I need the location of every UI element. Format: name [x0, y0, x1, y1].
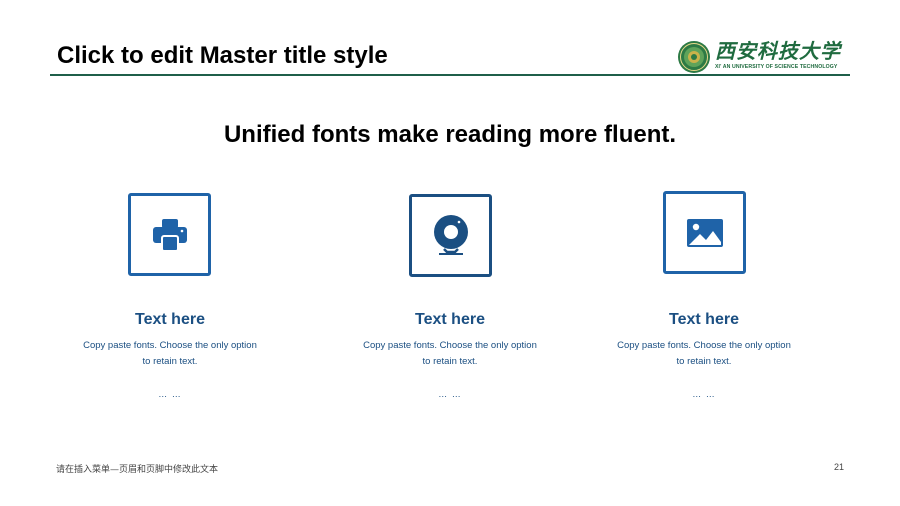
- slide-headline[interactable]: Unified fonts make reading more fluent.: [0, 121, 900, 149]
- footer-text[interactable]: 请在插入菜单—页眉和页脚中修改此文本: [56, 462, 218, 475]
- feature-description-line: Copy paste fonts. Choose the only option: [617, 340, 791, 351]
- webcam-icon: [433, 214, 468, 255]
- slide: Click to edit Master title style 西安科技大学 …: [0, 0, 900, 506]
- logo-chinese-name: 西安科技大学: [715, 39, 841, 63]
- feature-icon-frame[interactable]: [128, 193, 211, 276]
- university-seal-icon: [678, 41, 710, 73]
- feature-title[interactable]: Text here: [320, 311, 580, 329]
- master-title[interactable]: Click to edit Master title style: [57, 42, 388, 70]
- feature-description-line: to retain text.: [676, 356, 732, 367]
- logo-english-name: XI' AN UNIVERSITY OF SCIENCE TECHNOLOGY: [715, 64, 838, 70]
- feature-description-line: Copy paste fonts. Choose the only option: [363, 340, 537, 351]
- picture-icon: [686, 218, 723, 247]
- feature-description[interactable]: Copy paste fonts. Choose the only option…: [40, 338, 300, 370]
- feature-description-line: to retain text.: [422, 356, 478, 367]
- feature-icon-frame[interactable]: [663, 191, 746, 274]
- feature-title[interactable]: Text here: [574, 311, 834, 329]
- feature-title[interactable]: Text here: [40, 311, 300, 329]
- feature-icon-frame[interactable]: [409, 194, 492, 277]
- page-number: 21: [833, 462, 844, 472]
- feature-ellipsis: … …: [158, 389, 182, 399]
- feature-ellipsis: … …: [438, 389, 462, 399]
- printer-icon: [152, 218, 187, 252]
- feature-description[interactable]: Copy paste fonts. Choose the only option…: [320, 338, 580, 370]
- feature-description[interactable]: Copy paste fonts. Choose the only option…: [574, 338, 834, 370]
- university-logo: 西安科技大学 XI' AN UNIVERSITY OF SCIENCE TECH…: [677, 39, 852, 75]
- feature-description-line: Copy paste fonts. Choose the only option: [83, 340, 257, 351]
- feature-description-line: to retain text.: [142, 356, 198, 367]
- feature-ellipsis: … …: [692, 389, 716, 399]
